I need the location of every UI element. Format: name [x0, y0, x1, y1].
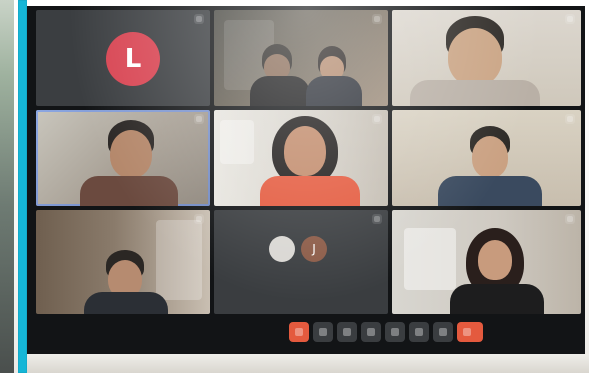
participant-tile-6[interactable]: [392, 110, 581, 206]
participant-tile-1[interactable]: L: [36, 10, 210, 106]
participant-tile-9[interactable]: [392, 210, 581, 314]
leave-call-button[interactable]: [457, 322, 483, 342]
pin-icon[interactable]: [372, 114, 382, 124]
participant-initial: L: [124, 44, 142, 74]
participant-tile-4[interactable]: [36, 110, 210, 206]
participant-tile-7[interactable]: [36, 210, 210, 314]
participant-tile-5[interactable]: [214, 110, 388, 206]
pin-icon[interactable]: [194, 114, 204, 124]
record-button[interactable]: [289, 322, 309, 342]
video-call-screen: L J: [27, 6, 585, 354]
mic-button[interactable]: [337, 322, 357, 342]
captions-button[interactable]: [385, 322, 405, 342]
raise-hand-button[interactable]: [409, 322, 429, 342]
monitor-bottom-ledge: [27, 354, 589, 373]
left-edge: [0, 0, 14, 373]
monitor-bezel-accent: [18, 0, 27, 373]
participant-avatars: J: [269, 236, 327, 262]
participant-tile-3[interactable]: [392, 10, 581, 106]
participant-avatar-initial: J: [301, 236, 327, 262]
participant-avatar-photo: [269, 236, 295, 262]
camera-button[interactable]: [313, 322, 333, 342]
pin-icon[interactable]: [194, 214, 204, 224]
participant-tile-2[interactable]: [214, 10, 388, 106]
avatar-initial: J: [312, 242, 316, 256]
present-button[interactable]: [361, 322, 381, 342]
pin-icon[interactable]: [372, 14, 382, 24]
pin-icon[interactable]: [372, 214, 382, 224]
pin-icon[interactable]: [194, 14, 204, 24]
pin-icon[interactable]: [565, 14, 575, 24]
more-options-button[interactable]: [433, 322, 453, 342]
participant-tile-8[interactable]: J: [214, 210, 388, 314]
pin-icon[interactable]: [565, 114, 575, 124]
participant-avatar: L: [106, 32, 160, 86]
pin-icon[interactable]: [565, 214, 575, 224]
call-controls-toolbar: [289, 319, 547, 345]
